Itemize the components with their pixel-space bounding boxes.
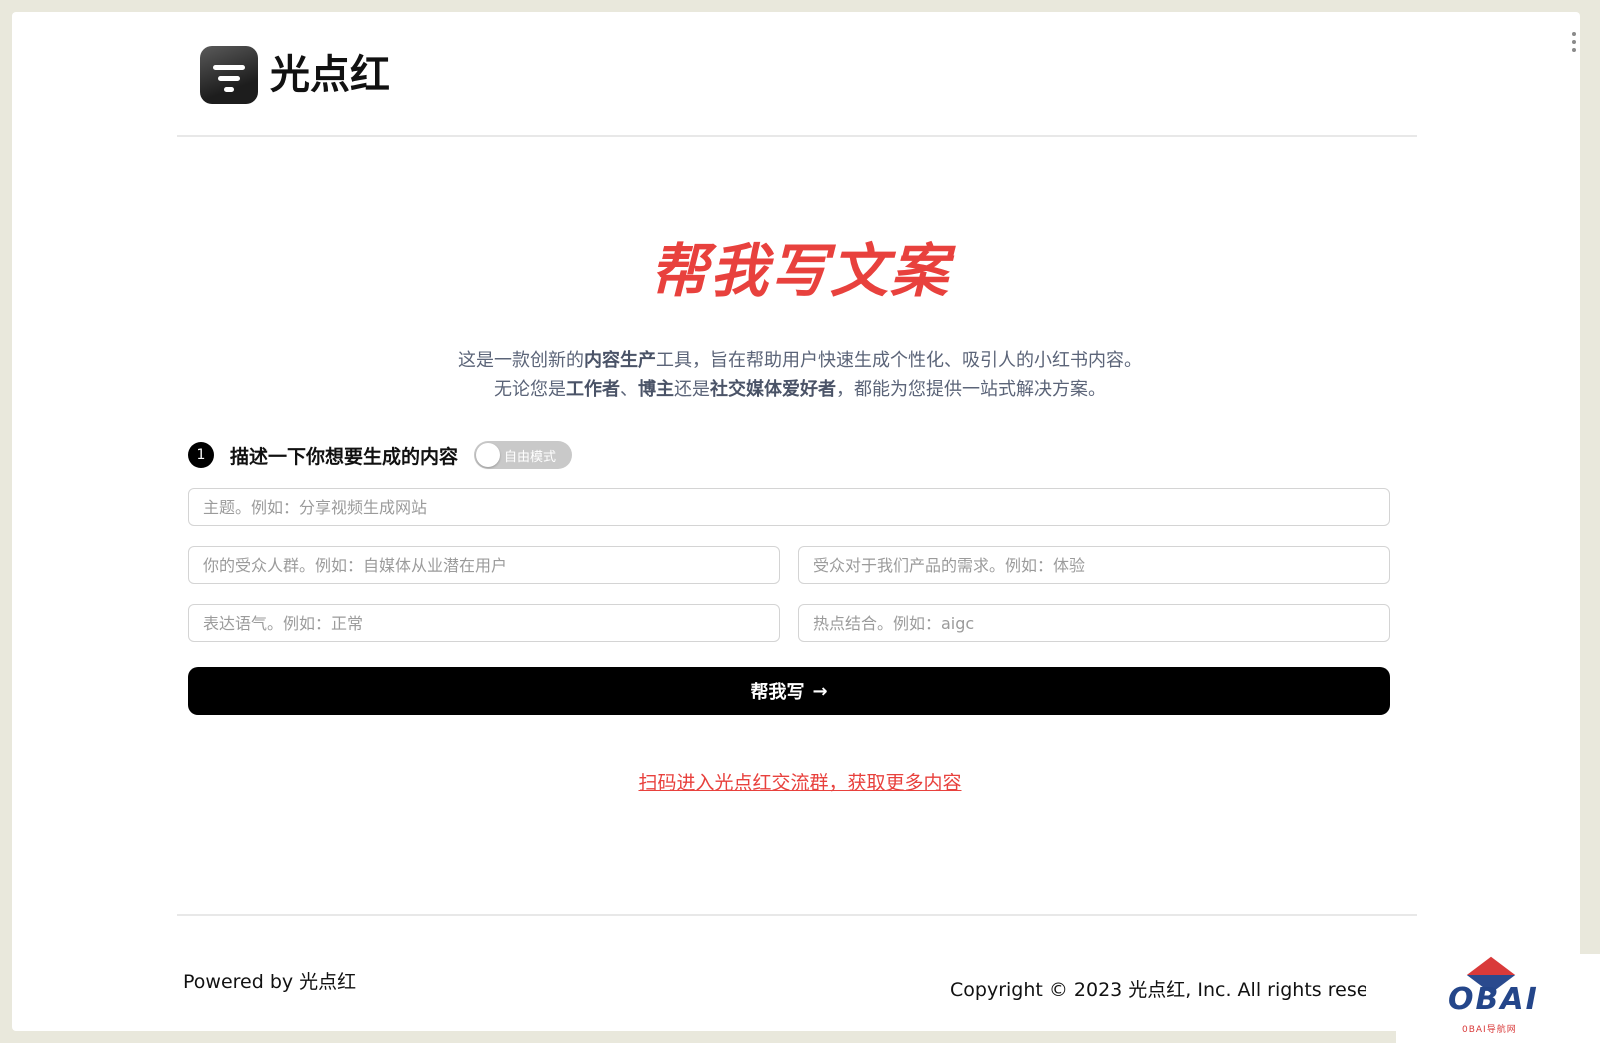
hot-topic-input[interactable]: [798, 604, 1390, 642]
step-label: 描述一下你想要生成的内容: [230, 445, 459, 468]
watermark-text: OBAI: [1448, 982, 1539, 1017]
submit-label: 帮我写: [750, 682, 805, 703]
description-line-2: 无论您是工作者、博主还是社交媒体爱好者，都能为您提供一站式解决方案。: [494, 379, 1106, 400]
audience-input[interactable]: [188, 546, 780, 584]
write-for-me-button[interactable]: 帮我写 →: [188, 667, 1390, 715]
brand-name[interactable]: 光点红: [270, 46, 390, 104]
needs-input[interactable]: [798, 546, 1390, 584]
copyright: Copyright © 2023 光点红, Inc. All rights re…: [950, 979, 1366, 1001]
description-line-1: 这是一款创新的内容生产工具，旨在帮助用户快速生成个性化、吸引人的小红书内容。: [458, 350, 1142, 371]
watermark-subtext: 0BAI导航网: [1462, 1025, 1517, 1035]
filter-lines-icon[interactable]: [200, 46, 258, 104]
step-number-badge: 1: [188, 442, 214, 468]
step-header: 1 描述一下你想要生成的内容 自由模式: [188, 440, 573, 470]
free-mode-toggle[interactable]: 自由模式: [474, 441, 573, 469]
toggle-label: 自由模式: [504, 449, 557, 465]
toggle-knob[interactable]: [476, 443, 501, 467]
watermark-logo: OBAI 0BAI导航网: [1396, 954, 1600, 1043]
tone-input[interactable]: [188, 604, 780, 642]
header: 光点红: [12, 12, 1580, 136]
header-divider: [177, 135, 1417, 137]
powered-by: Powered by 光点红: [183, 971, 357, 993]
page-description: 这是一款创新的内容生产工具，旨在帮助用户快速生成个性化、吸引人的小红书内容。 无…: [0, 346, 1600, 404]
topic-input[interactable]: [188, 488, 1390, 526]
join-group-link[interactable]: 扫码进入光点红交流群，获取更多内容: [0, 768, 1600, 795]
arrow-right-icon: →: [812, 680, 828, 702]
page-title: 帮我写文案: [649, 237, 950, 305]
footer-divider: [177, 914, 1417, 916]
